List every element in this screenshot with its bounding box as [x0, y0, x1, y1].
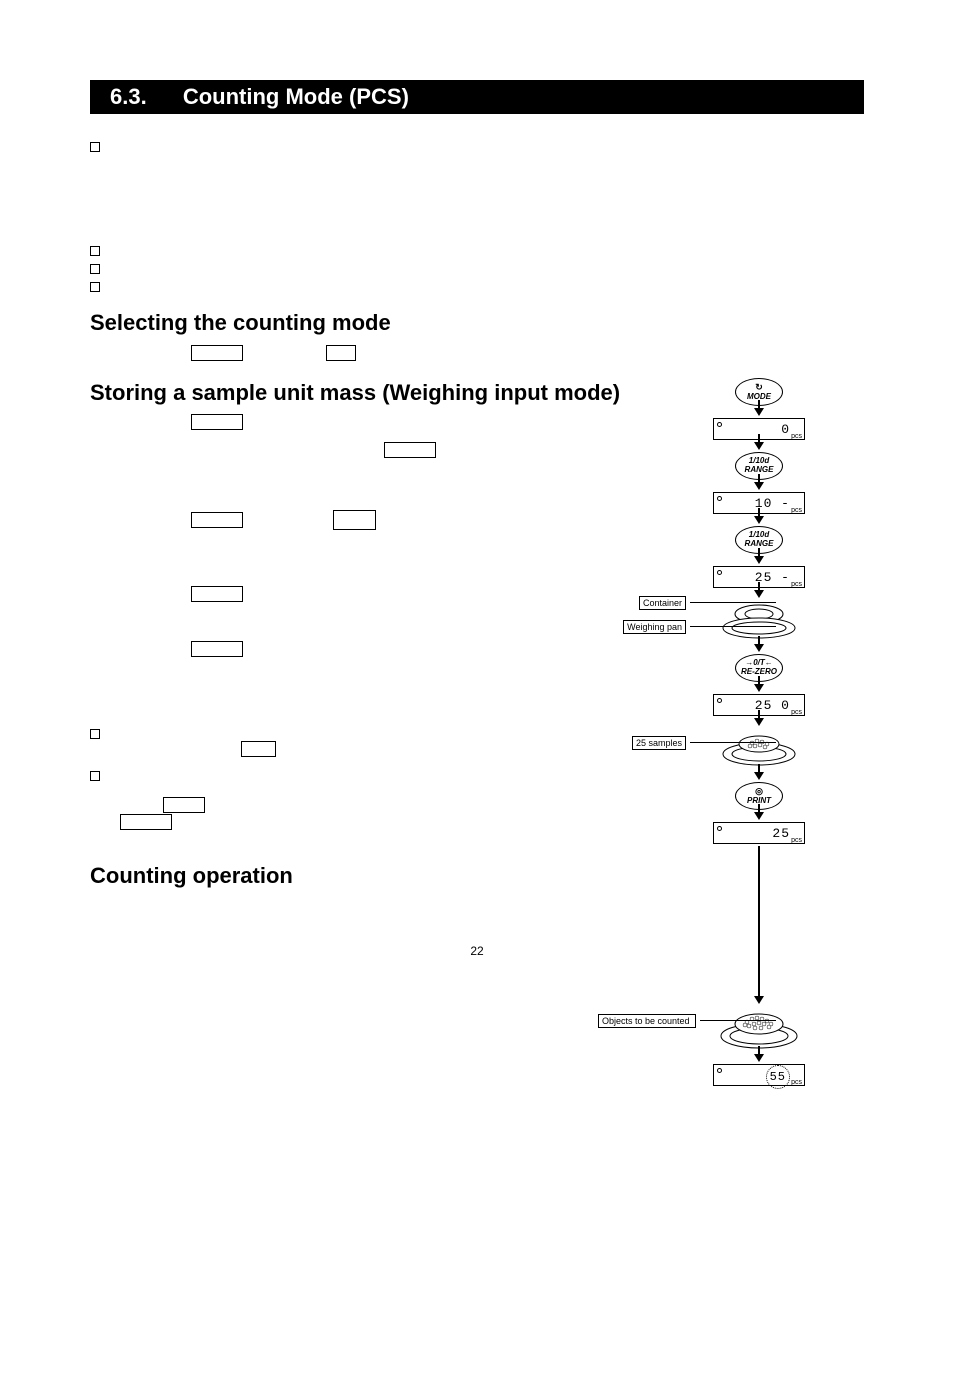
- lcd-inline-lo: L o: [241, 741, 276, 757]
- arrow-down-icon: [754, 482, 764, 490]
- lcd-inline-50: 50 -: [163, 797, 206, 813]
- label-samples: 25 samples: [632, 736, 686, 750]
- bullet-icon: [90, 729, 100, 739]
- arrow-down-icon: [754, 684, 764, 692]
- lcd-value: 25: [772, 826, 790, 841]
- section-text: Counting Mode (PCS): [183, 84, 409, 109]
- label-container: Container: [639, 596, 686, 610]
- bullet-icon: [90, 142, 100, 152]
- key-range-inline-2: [384, 442, 436, 458]
- lcd-unit: pcs: [791, 702, 802, 724]
- heading-selecting: Selecting the counting mode: [90, 310, 630, 336]
- step-5: 5 Press the key to cancel the container …: [116, 583, 630, 603]
- step-3: 3 To select the number of samples, press…: [116, 439, 630, 502]
- step-6: 6 Place the 25 samples specified on the …: [116, 611, 630, 631]
- lcd-value: 0: [781, 422, 790, 437]
- bullet-icon: [90, 282, 100, 292]
- key-print-inline-2: [120, 814, 172, 830]
- arrow-down-icon: [754, 812, 764, 820]
- heading-storing: Storing a sample unit mass (Weighing inp…: [90, 380, 630, 406]
- arrow-down-icon: [754, 516, 764, 524]
- bullet-icon: [90, 771, 100, 781]
- lcd-value: 55: [766, 1065, 790, 1089]
- arrow-down-icon: [754, 1054, 764, 1062]
- bullet-icon: [90, 264, 100, 274]
- flow-diagram: ↻ MODE 0 pcs 1/10d RANGE 10 - pcs 1: [654, 378, 864, 1088]
- arrow-down-icon: [754, 644, 764, 652]
- key-rezero-inline: [191, 512, 243, 528]
- key-mode-inline: [191, 345, 243, 361]
- step-7: 7 Press the key to calculate and store t…: [116, 638, 630, 677]
- arrow-down-icon: [754, 772, 764, 780]
- bullet-icon: [90, 246, 100, 256]
- lcd-unit: pcs: [791, 426, 802, 448]
- step-2: 2 Press the key to enter the sample unit…: [116, 412, 630, 432]
- arrow-down-icon: [754, 408, 764, 416]
- label-objects: Objects to be counted: [598, 1014, 696, 1028]
- lcd-value: 25 0: [755, 698, 790, 713]
- step-4: 4 Press the key to display 25 0 .(The ex…: [116, 510, 630, 576]
- label-pan: Weighing pan: [623, 620, 686, 634]
- section-title: 6.3. Counting Mode (PCS): [90, 80, 864, 114]
- step-1: 1 Press the key to select (counting mode…: [116, 342, 630, 362]
- pan-with-objects-icon: [714, 1008, 804, 1050]
- key-print-inline: [191, 641, 243, 657]
- lcd-value: 10 -: [755, 496, 790, 511]
- arrow-down-icon: [754, 442, 764, 450]
- weighing-pan-icon: [714, 602, 804, 640]
- lcd-unit: pcs: [791, 830, 802, 852]
- heading-counting-op: Counting operation: [90, 863, 630, 889]
- key-range-inline: [191, 414, 243, 430]
- arrow-down-icon: [754, 996, 764, 1004]
- key-rezero-inline-2: [191, 586, 243, 602]
- pan-with-samples-icon: [714, 730, 804, 768]
- step-8: 8 Place the objects to be counted on the…: [116, 895, 630, 915]
- lcd-inline-250: 25 0: [333, 510, 376, 530]
- lcd-unit: pcs: [791, 500, 802, 522]
- lcd-display: 55 pcs: [713, 1064, 805, 1086]
- arrow-long-icon: [758, 846, 760, 996]
- section-number: 6.3.: [110, 84, 147, 109]
- key-pcs-inline: [326, 345, 356, 361]
- arrow-down-icon: [754, 718, 764, 726]
- lcd-unit: pcs: [791, 574, 802, 596]
- arrow-down-icon: [754, 590, 764, 598]
- lcd-unit: pcs: [791, 1072, 802, 1094]
- arrow-down-icon: [754, 556, 764, 564]
- lcd-display: 25 pcs: [713, 822, 805, 844]
- lcd-value: 25 -: [755, 570, 790, 585]
